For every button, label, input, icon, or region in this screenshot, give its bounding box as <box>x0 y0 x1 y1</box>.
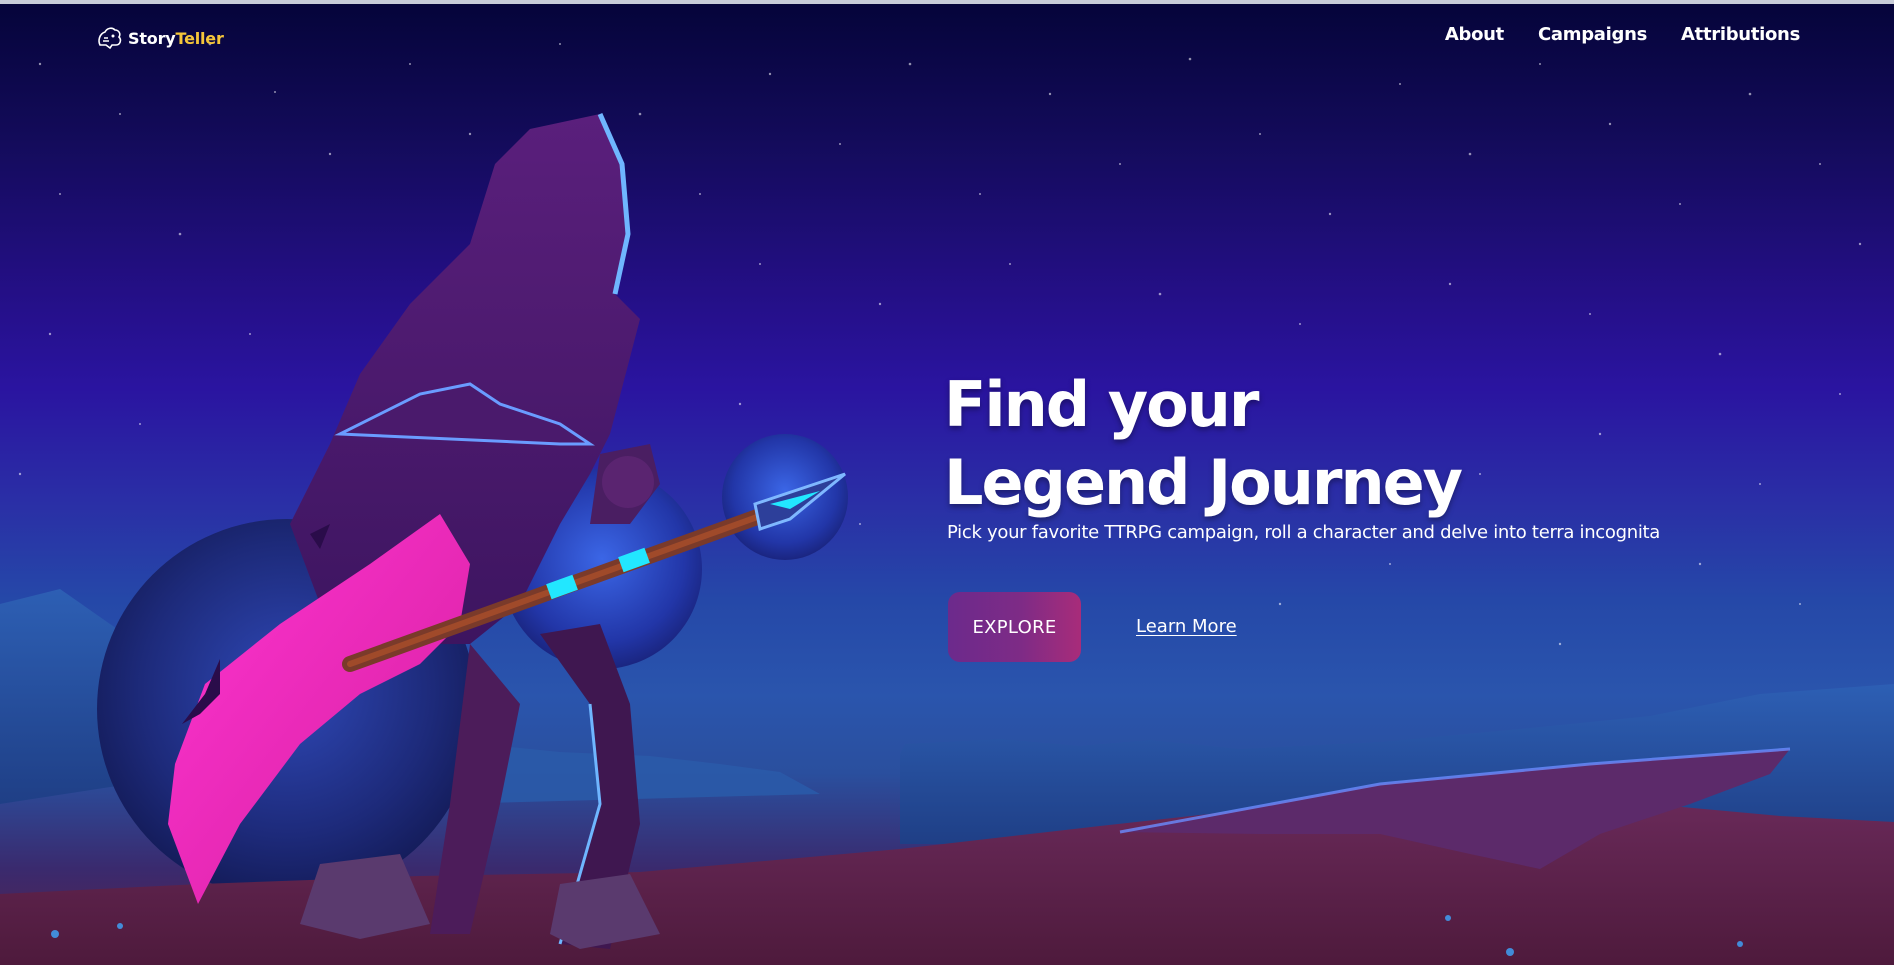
headline-line-2: Legend Journey <box>944 446 1463 519</box>
hero-headline: Find your Legend Journey <box>944 366 1463 522</box>
headline-line-1: Find your <box>944 368 1259 441</box>
dragon-logo-icon <box>98 27 122 50</box>
brand-name-part2: Teller <box>175 28 224 48</box>
explore-button[interactable]: EXPLORE <box>948 592 1081 662</box>
brand-name-part1: Story <box>128 28 176 48</box>
nav-link-campaigns[interactable]: Campaigns <box>1538 24 1647 45</box>
brand-name: StoryTeller <box>128 29 224 48</box>
nav-link-attributions[interactable]: Attributions <box>1681 24 1800 45</box>
hero-tagline: Pick your favorite TTRPG campaign, roll … <box>947 522 1661 543</box>
learn-more-link[interactable]: Learn More <box>1136 616 1237 637</box>
main-nav: About Campaigns Attributions <box>1445 24 1800 45</box>
brand-logo[interactable]: StoryTeller <box>94 22 224 54</box>
hero-section: StoryTeller About Campaigns Attributions… <box>0 4 1894 965</box>
nav-link-about[interactable]: About <box>1445 24 1504 45</box>
